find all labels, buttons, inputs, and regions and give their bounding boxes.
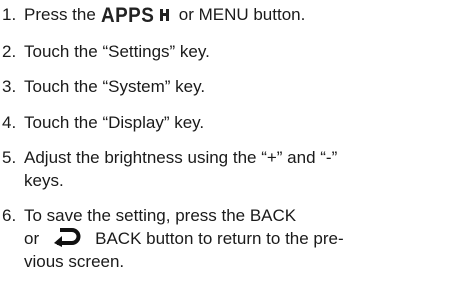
step-text: Touch the “System” key.	[24, 77, 206, 96]
step-text-after: BACK button to return to the pre-	[95, 229, 344, 248]
back-arrow-icon	[54, 228, 81, 247]
step-text-line: keys.	[24, 171, 64, 190]
apps-button-label: APPS	[100, 4, 154, 27]
apps-icon	[159, 9, 169, 21]
step-text-after: or MENU button.	[178, 5, 306, 24]
step-text-before: Press the	[24, 5, 96, 24]
step-text: Touch the “Display” key.	[24, 113, 205, 132]
step-number: 2.	[2, 42, 17, 61]
step-number: 4.	[2, 113, 17, 132]
step-text-before: or	[24, 229, 40, 248]
step-text-line: or BACK button to return to the pre-	[24, 227, 460, 250]
step-text-line: To save the setting, press the BACK	[24, 206, 297, 225]
step-number: 3.	[2, 77, 17, 96]
step-text: To save the setting, press the BACK or B…	[24, 204, 460, 273]
step-number: 5.	[2, 148, 17, 167]
step-text: Press the APPS or MENU button.	[24, 3, 460, 27]
step-text: Adjust the brightness using the “+” and …	[24, 146, 460, 192]
step-number: 1.	[2, 5, 17, 24]
step-text: Touch the “Settings” key.	[24, 42, 210, 61]
step-text-line: Adjust the brightness using the “+” and …	[24, 148, 338, 167]
step-text-line: vious screen.	[24, 252, 125, 271]
step-number: 6.	[2, 206, 17, 225]
